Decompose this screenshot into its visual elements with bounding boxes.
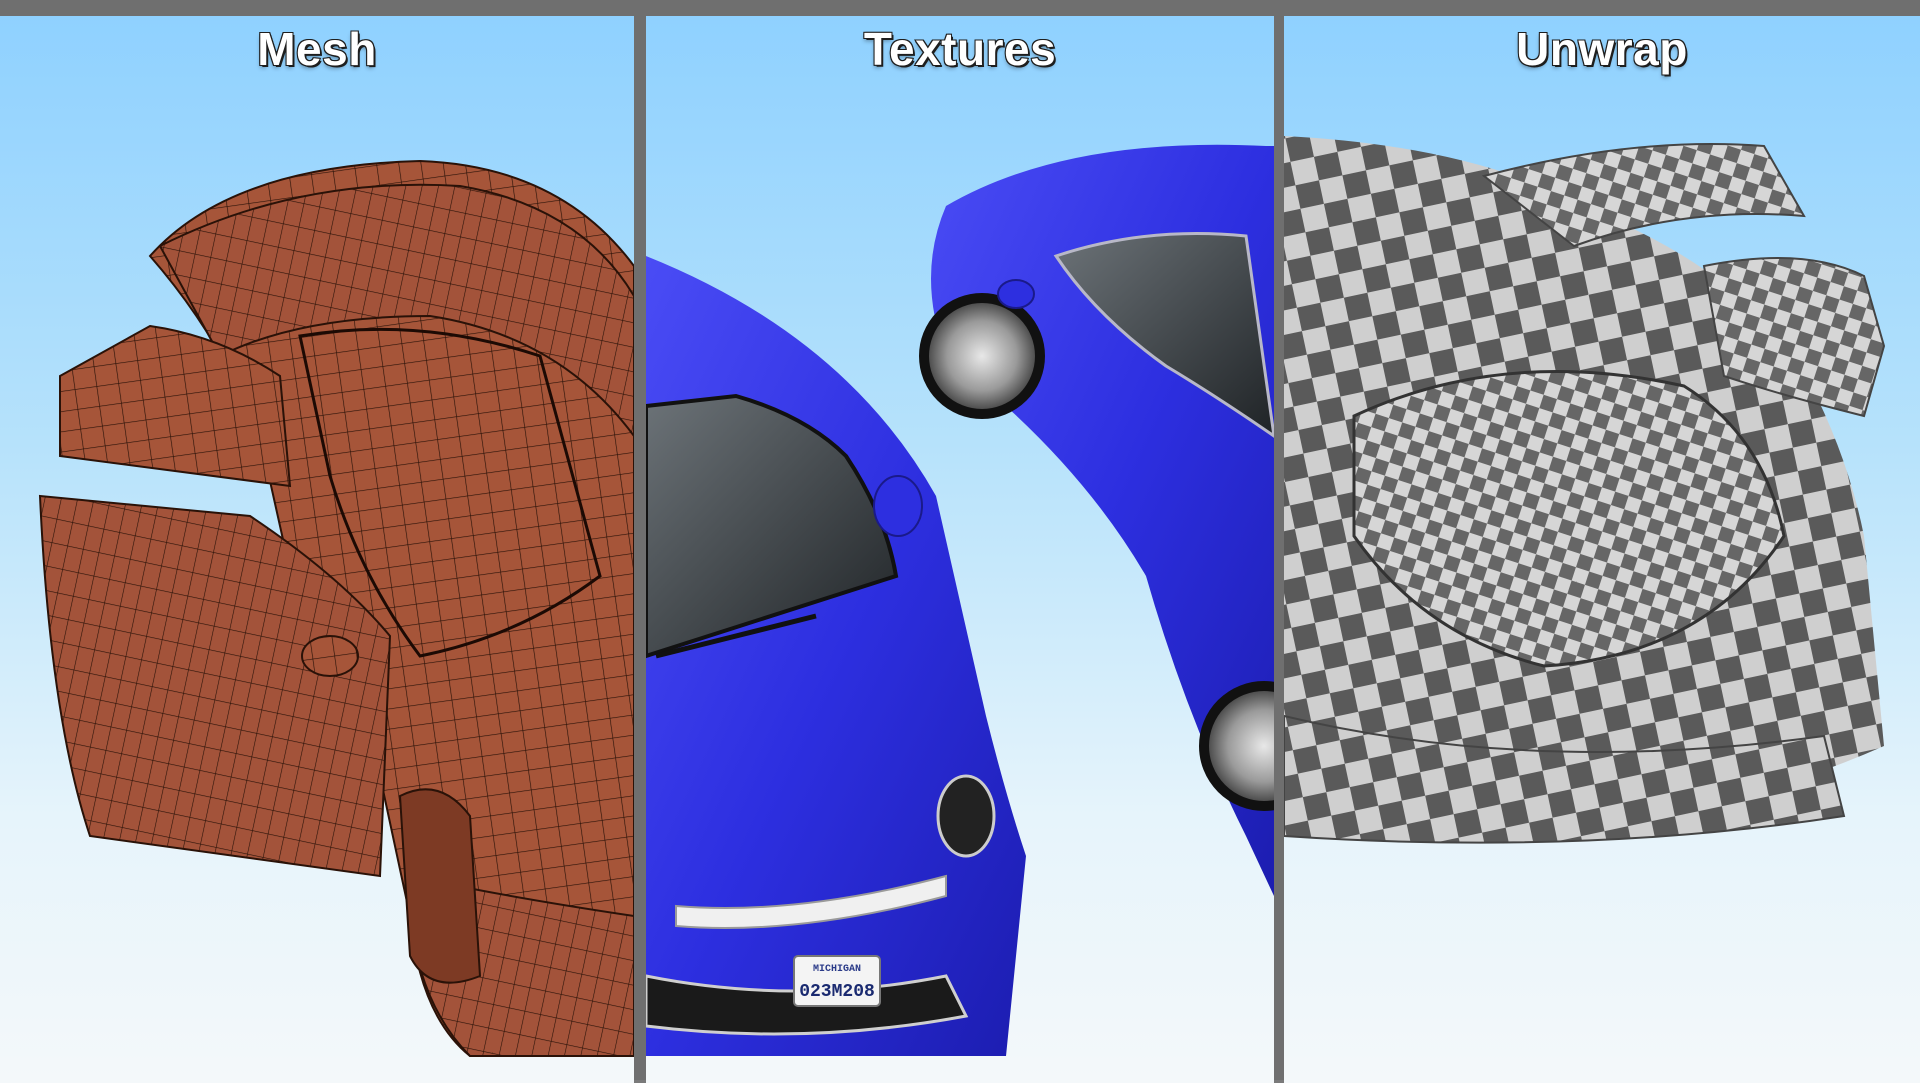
unwrap-panel-title: Unwrap	[1515, 22, 1688, 76]
license-plate-number: 023M208	[799, 982, 875, 1002]
mesh-panel-title: Mesh	[256, 22, 377, 76]
mesh-mirror	[301, 635, 359, 677]
textures-panel: MICHIGAN 023M208 Textures	[646, 16, 1274, 1083]
textures-panel-title: Textures	[863, 22, 1057, 76]
left-car-mirror	[873, 475, 923, 537]
mesh-wheel-arch	[398, 788, 482, 984]
license-plate-state: MICHIGAN	[813, 964, 861, 975]
left-car-headlight	[936, 774, 996, 858]
showcase-frame: Mesh MICHIGAN 023M208 Textures Unwrap	[0, 0, 1920, 1083]
right-car-rear-wheel	[1199, 681, 1274, 811]
mesh-car-render	[38, 159, 634, 1057]
unwrap-panel: Unwrap	[1284, 16, 1920, 1083]
right-car-mirror	[997, 279, 1035, 309]
textured-car-render: MICHIGAN 023M208	[646, 144, 1274, 1056]
right-car-front-wheel	[919, 293, 1045, 419]
unwrap-car-render	[1284, 136, 1886, 844]
mesh-panel: Mesh	[0, 16, 634, 1083]
